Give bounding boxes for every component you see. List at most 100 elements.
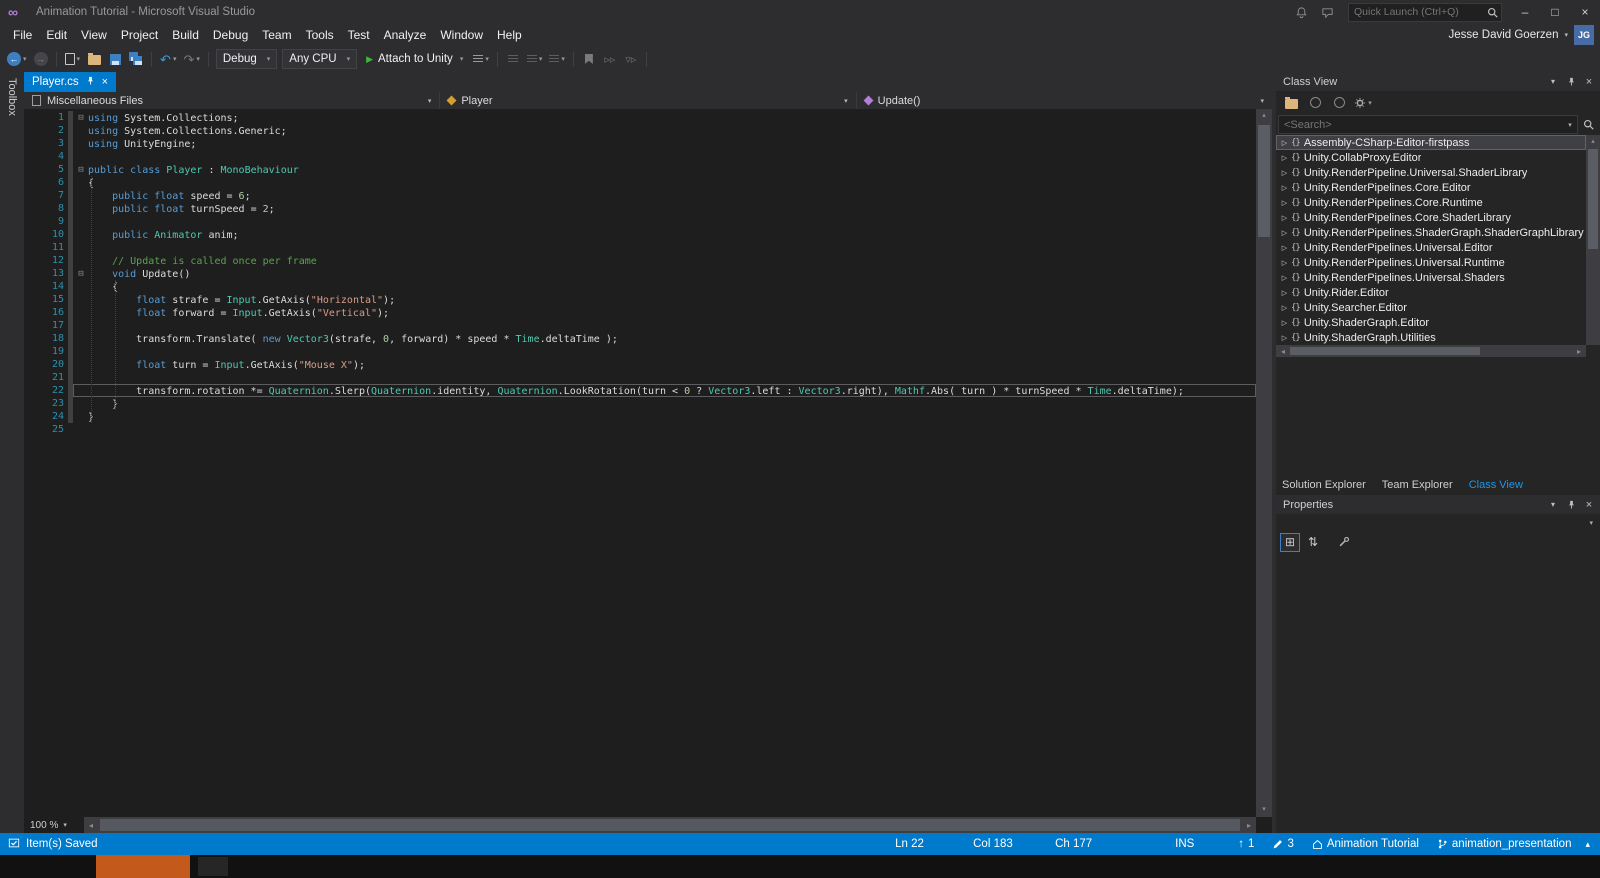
repository-selector[interactable]: Animation Tutorial (1312, 838, 1419, 850)
fold-marker-icon[interactable]: ⊟ (74, 112, 88, 123)
bookmark-button[interactable] (579, 48, 599, 70)
code-line-9[interactable]: 9 (24, 215, 1256, 228)
redo-button[interactable]: ↷ ▾ (180, 48, 202, 70)
categorized-button[interactable]: ⊞ (1280, 532, 1300, 552)
taskbar-item[interactable] (198, 857, 228, 876)
zoom-dropdown[interactable]: 100 % ▾ (24, 817, 84, 833)
toolbar-button[interactable] (503, 48, 523, 70)
class-view-search-input[interactable] (1279, 118, 1563, 131)
toolbar-button[interactable]: ▹▹ (600, 48, 620, 70)
undo-button[interactable]: ↶ ▾ (157, 48, 179, 70)
tree-item[interactable]: ▷{} Unity.Searcher.Editor (1276, 300, 1586, 315)
menu-team[interactable]: Team (255, 26, 298, 44)
code-line-17[interactable]: 17 (24, 319, 1256, 332)
forward-button[interactable] (1329, 93, 1349, 113)
class-view-settings-button[interactable]: ▾ (1353, 93, 1373, 113)
tree-item[interactable]: ▷{} Unity.RenderPipelines.Universal.Runti… (1276, 255, 1586, 270)
scroll-up-arrow-icon[interactable]: ▴ (1586, 135, 1600, 149)
expander-icon[interactable]: ▷ (1279, 244, 1290, 252)
code-line-16[interactable]: 16 float forward = Input.GetAxis("Vertic… (24, 306, 1256, 319)
tree-vertical-scrollbar[interactable]: ▴ (1586, 135, 1600, 345)
menu-window[interactable]: Window (433, 26, 490, 44)
toolbar-button[interactable]: ▾ (546, 48, 568, 70)
member-dropdown[interactable]: Update() ▾ (857, 92, 1272, 109)
navigate-forward-button[interactable]: → (31, 48, 51, 70)
expander-icon[interactable]: ▷ (1279, 214, 1290, 222)
menu-project[interactable]: Project (114, 26, 165, 44)
expander-icon[interactable]: ▷ (1279, 274, 1290, 282)
quick-launch-input[interactable] (1349, 6, 1483, 18)
scrollbar-thumb[interactable] (1290, 347, 1480, 355)
alphabetical-button[interactable]: ⇅ (1303, 533, 1323, 552)
unpushed-commits[interactable]: ↑ 1 (1238, 838, 1254, 850)
open-file-button[interactable] (84, 48, 104, 70)
code-line-8[interactable]: 8 public float turnSpeed = 2; (24, 202, 1256, 215)
panel-tab-team-explorer[interactable]: Team Explorer (1382, 479, 1453, 491)
close-icon[interactable]: × (102, 76, 108, 88)
code-line-21[interactable]: 21 (24, 371, 1256, 384)
solution-configuration-dropdown[interactable]: Debug ▾ (215, 49, 278, 69)
project-dropdown[interactable]: Miscellaneous Files ▾ (24, 92, 441, 109)
tree-item[interactable]: ▷{} Unity.RenderPipelines.Core.Runtime (1276, 195, 1586, 210)
property-pages-button[interactable] (1334, 533, 1354, 552)
menu-analyze[interactable]: Analyze (377, 26, 434, 44)
pin-icon[interactable] (1562, 496, 1580, 513)
solution-platform-dropdown[interactable]: Any CPU ▾ (282, 49, 358, 69)
tree-item[interactable]: ▷{} Unity.RenderPipelines.ShaderGraph.Sha… (1276, 225, 1586, 240)
code-line-24[interactable]: 24} (24, 410, 1256, 423)
code-line-14[interactable]: 14 { (24, 280, 1256, 293)
menu-view[interactable]: View (74, 26, 114, 44)
scroll-right-arrow-icon[interactable]: ▸ (1572, 345, 1586, 357)
tree-item[interactable]: ▷{} Unity.RenderPipelines.Universal.Shade… (1276, 270, 1586, 285)
code-line-5[interactable]: 5 ⊟ public class Player : MonoBehaviour (24, 163, 1256, 176)
code-line-2[interactable]: 2 using System.Collections.Generic; (24, 124, 1256, 137)
expander-icon[interactable]: ▷ (1279, 229, 1290, 237)
tree-item[interactable]: ▷{} Unity.RenderPipeline.Universal.Shader… (1276, 165, 1586, 180)
scroll-left-arrow-icon[interactable]: ◂ (84, 817, 98, 833)
expander-icon[interactable]: ▷ (1279, 334, 1290, 342)
code-line-12[interactable]: 12 // Update is called once per frame (24, 254, 1256, 267)
menu-build[interactable]: Build (165, 26, 206, 44)
panel-tab-class-view[interactable]: Class View (1469, 479, 1523, 491)
tree-item[interactable]: ▷{} Unity.ShaderGraph.Editor (1276, 315, 1586, 330)
attach-to-unity-button[interactable]: ▶ Attach to Unity ▾ (360, 48, 469, 70)
toolbar-button[interactable]: ▿▹ (621, 48, 641, 70)
expander-icon[interactable]: ▷ (1279, 259, 1290, 267)
chevron-up-icon[interactable]: ▴ (1585, 839, 1590, 850)
expander-icon[interactable]: ▷ (1279, 289, 1290, 297)
tree-item[interactable]: ▷{} Unity.Rider.Editor (1276, 285, 1586, 300)
expander-icon[interactable]: ▷ (1279, 184, 1290, 192)
code-line-15[interactable]: 15 float strafe = Input.GetAxis("Horizon… (24, 293, 1256, 306)
code-line-7[interactable]: 7 public float speed = 6; (24, 189, 1256, 202)
menu-edit[interactable]: Edit (39, 26, 74, 44)
chevron-down-icon[interactable]: ▾ (1563, 121, 1577, 129)
expander-icon[interactable]: ▷ (1279, 199, 1290, 207)
tree-item[interactable]: ▷{} Unity.RenderPipelines.Core.ShaderLibr… (1276, 210, 1586, 225)
pin-icon[interactable] (86, 76, 95, 88)
feedback-icon[interactable] (1314, 0, 1340, 24)
document-tab-player-cs[interactable]: Player.cs × (24, 72, 117, 92)
tree-item[interactable]: ▷{} Assembly-CSharp-Editor-firstpass (1276, 135, 1586, 150)
code-line-20[interactable]: 20 float turn = Input.GetAxis("Mouse X")… (24, 358, 1256, 371)
search-icon[interactable] (1578, 115, 1598, 134)
toolbar-button[interactable]: ▾ (524, 48, 546, 70)
new-file-button[interactable]: ▾ (62, 48, 84, 70)
window-position-icon[interactable]: ▾ (1544, 73, 1562, 90)
code-line-19[interactable]: 19 (24, 345, 1256, 358)
toolbox-tab[interactable]: Toolbox (6, 78, 18, 833)
tree-item[interactable]: ▷{} Unity.RenderPipelines.Core.Editor (1276, 180, 1586, 195)
avatar[interactable]: JG (1574, 25, 1594, 45)
menu-debug[interactable]: Debug (206, 26, 255, 44)
menu-file[interactable]: File (6, 26, 39, 44)
back-button[interactable] (1305, 93, 1325, 113)
fold-marker-icon[interactable]: ⊟ (74, 164, 88, 175)
tree-item[interactable]: ▷{} Unity.ShaderGraph.Utilities (1276, 330, 1586, 345)
signed-in-user[interactable]: Jesse David Goerzen (1449, 29, 1559, 41)
code-line-22[interactable]: 22 transform.rotation *= Quaternion.Sler… (24, 384, 1256, 397)
expander-icon[interactable]: ▷ (1279, 139, 1290, 147)
code-line-3[interactable]: 3 using UnityEngine; (24, 137, 1256, 150)
new-folder-button[interactable] (1281, 93, 1301, 113)
pending-changes[interactable]: 3 (1272, 838, 1294, 850)
horizontal-scrollbar[interactable]: ◂ ▸ (84, 817, 1256, 833)
code-line-11[interactable]: 11 (24, 241, 1256, 254)
